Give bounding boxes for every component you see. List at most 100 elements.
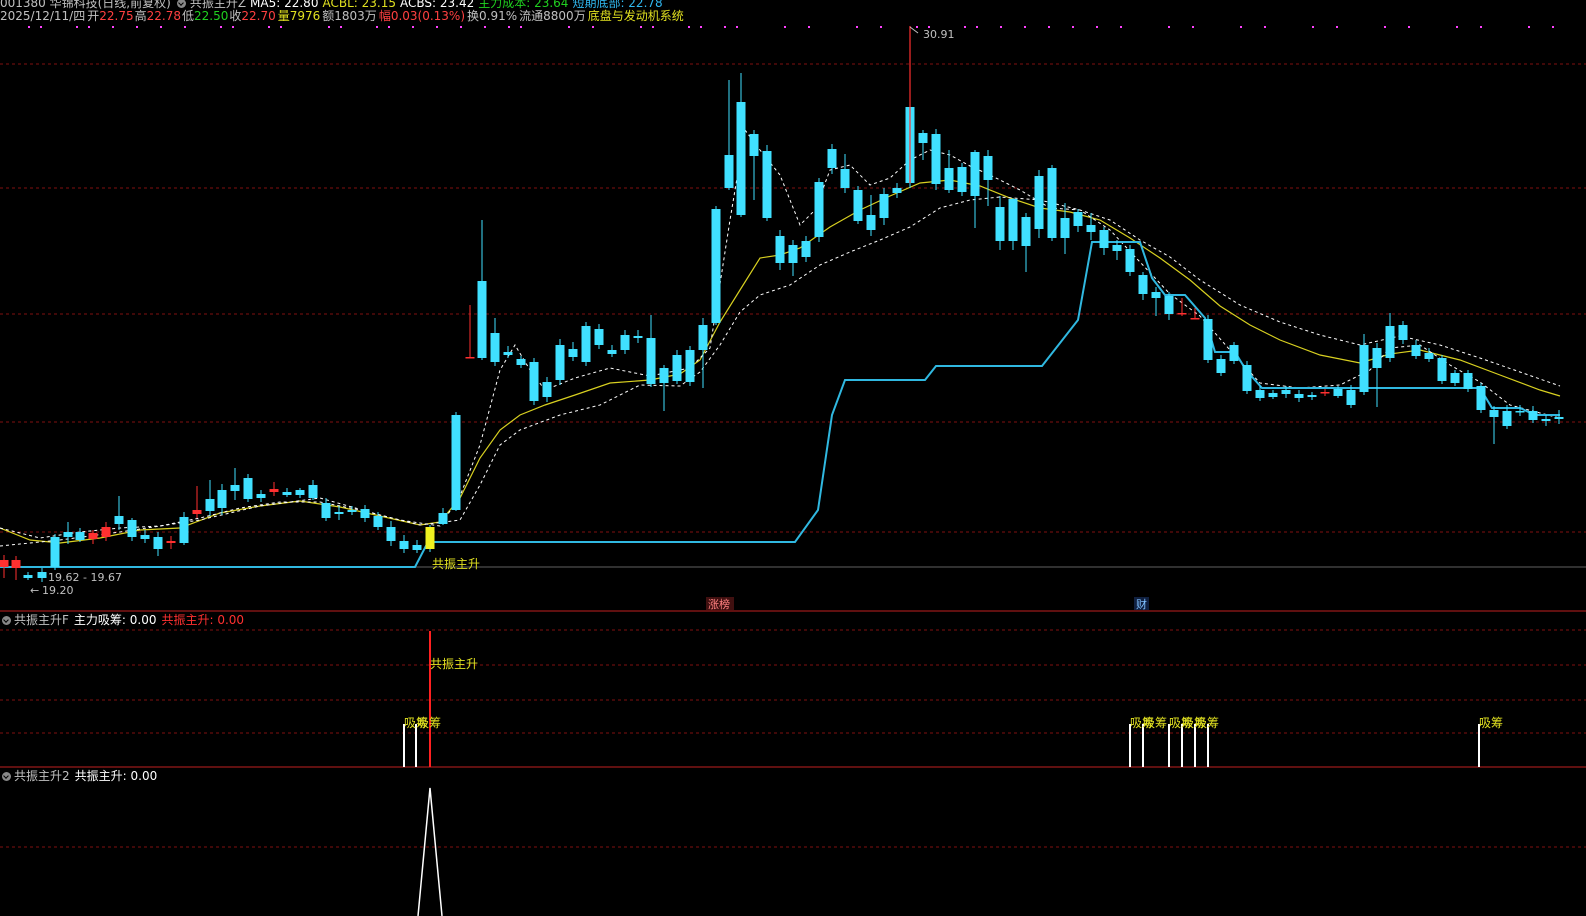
candle-body[interactable] xyxy=(620,335,630,350)
candle-body[interactable] xyxy=(1242,365,1252,391)
candle-body[interactable] xyxy=(516,359,526,365)
candle-body[interactable] xyxy=(75,532,85,540)
candle-body[interactable] xyxy=(646,338,656,384)
candle-body[interactable] xyxy=(853,190,863,221)
candle-body[interactable] xyxy=(1502,411,1512,426)
candle-body[interactable] xyxy=(1320,392,1330,394)
candle-body[interactable] xyxy=(555,345,565,380)
candle-body[interactable] xyxy=(50,537,60,567)
candle-body[interactable] xyxy=(1112,245,1122,251)
candle-body[interactable] xyxy=(1190,318,1200,320)
candle-body[interactable] xyxy=(282,492,292,495)
candle-body[interactable] xyxy=(1528,411,1538,420)
candle-body[interactable] xyxy=(101,527,111,537)
candle-body[interactable] xyxy=(568,349,578,357)
candle-body[interactable] xyxy=(295,490,305,495)
candle-body[interactable] xyxy=(749,134,759,156)
candle-body[interactable] xyxy=(1294,394,1304,398)
candle-body[interactable] xyxy=(1255,390,1265,398)
candle-body[interactable] xyxy=(672,355,682,381)
candle-body[interactable] xyxy=(1463,373,1473,389)
candle-body[interactable] xyxy=(529,362,539,401)
candle-body[interactable] xyxy=(1372,348,1382,368)
candle-body[interactable] xyxy=(1216,359,1226,373)
candle-body[interactable] xyxy=(11,560,21,568)
candle-body[interactable] xyxy=(711,209,721,323)
candle-body[interactable] xyxy=(594,329,604,345)
candle-body[interactable] xyxy=(1333,389,1343,396)
candle-body[interactable] xyxy=(179,517,189,543)
candle-body[interactable] xyxy=(698,325,708,350)
candle-body[interactable] xyxy=(477,281,487,358)
candle-body[interactable] xyxy=(373,516,383,527)
candle-body[interactable] xyxy=(1203,319,1213,360)
candle-body[interactable] xyxy=(1099,230,1109,248)
candle-body[interactable] xyxy=(1008,199,1018,241)
candle-body[interactable] xyxy=(957,167,967,192)
candle-body[interactable] xyxy=(1346,390,1356,405)
kline-chart[interactable]: 吸筹吸筹 吸筹吸筹 吸筹吸筹吸筹 吸筹 30.91 19.62 - 19.67 ← 1… xyxy=(0,0,1586,916)
candle-body[interactable] xyxy=(1541,419,1551,421)
candle-body[interactable] xyxy=(1164,296,1174,314)
candle-body[interactable] xyxy=(114,516,124,524)
candle-body[interactable] xyxy=(308,485,318,498)
candle-body[interactable] xyxy=(1034,176,1044,229)
candle-body[interactable] xyxy=(1476,386,1486,410)
candle-body[interactable] xyxy=(1515,411,1525,413)
candle-body[interactable] xyxy=(995,207,1005,241)
candle-body[interactable] xyxy=(243,478,253,499)
candle-body[interactable] xyxy=(140,535,150,539)
candle-body[interactable] xyxy=(205,499,215,511)
candle-body[interactable] xyxy=(386,527,396,541)
candle-body[interactable] xyxy=(1047,168,1057,238)
candle-body[interactable] xyxy=(503,352,513,355)
candle-body[interactable] xyxy=(724,155,734,188)
candle-body[interactable] xyxy=(230,485,240,491)
candle-body[interactable] xyxy=(1424,353,1434,359)
candle-body[interactable] xyxy=(827,149,837,168)
candle-body[interactable] xyxy=(931,134,941,184)
candle-body[interactable] xyxy=(840,169,850,188)
candle-body[interactable] xyxy=(814,182,824,237)
candle-body[interactable] xyxy=(0,560,9,567)
candle-body[interactable] xyxy=(334,512,344,514)
candle-body[interactable] xyxy=(762,151,772,218)
candle-body[interactable] xyxy=(192,510,202,514)
candle-body[interactable] xyxy=(1177,313,1187,315)
cai-badge[interactable]: 财 xyxy=(1136,597,1147,611)
candle-body[interactable] xyxy=(1307,395,1317,397)
candle-body[interactable] xyxy=(983,156,993,180)
candle-body[interactable] xyxy=(1398,325,1408,340)
candle-body[interactable] xyxy=(256,494,266,498)
candle-body[interactable] xyxy=(736,102,746,215)
candle-body[interactable] xyxy=(360,509,370,518)
signal-candle[interactable] xyxy=(425,527,435,549)
candle-body[interactable] xyxy=(918,133,928,143)
candle-body[interactable] xyxy=(607,350,617,354)
candle-body[interactable] xyxy=(1073,212,1083,226)
candle-body[interactable] xyxy=(866,215,876,230)
zhangting-badge[interactable]: 涨榜 xyxy=(708,597,730,611)
candle-body[interactable] xyxy=(542,382,552,397)
candle-body[interactable] xyxy=(801,241,811,257)
candle-body[interactable] xyxy=(1359,345,1369,392)
candle-body[interactable] xyxy=(321,503,331,518)
candle-body[interactable] xyxy=(347,510,357,512)
candles[interactable] xyxy=(0,26,1564,582)
candle-body[interactable] xyxy=(1554,417,1564,419)
candle-body[interactable] xyxy=(37,572,47,578)
candle-body[interactable] xyxy=(127,520,137,537)
candle-body[interactable] xyxy=(892,188,902,193)
candle-body[interactable] xyxy=(23,575,33,578)
candle-body[interactable] xyxy=(1385,326,1395,358)
candle-body[interactable] xyxy=(581,326,591,362)
candle-body[interactable] xyxy=(944,168,954,190)
candle-body[interactable] xyxy=(1450,373,1460,383)
candle-body[interactable] xyxy=(1060,218,1070,238)
candle-body[interactable] xyxy=(412,545,422,550)
candle-body[interactable] xyxy=(1086,225,1096,232)
candle-body[interactable] xyxy=(1281,390,1291,394)
candle-body[interactable] xyxy=(788,245,798,263)
candle-body[interactable] xyxy=(465,357,475,359)
candle-body[interactable] xyxy=(399,541,409,549)
